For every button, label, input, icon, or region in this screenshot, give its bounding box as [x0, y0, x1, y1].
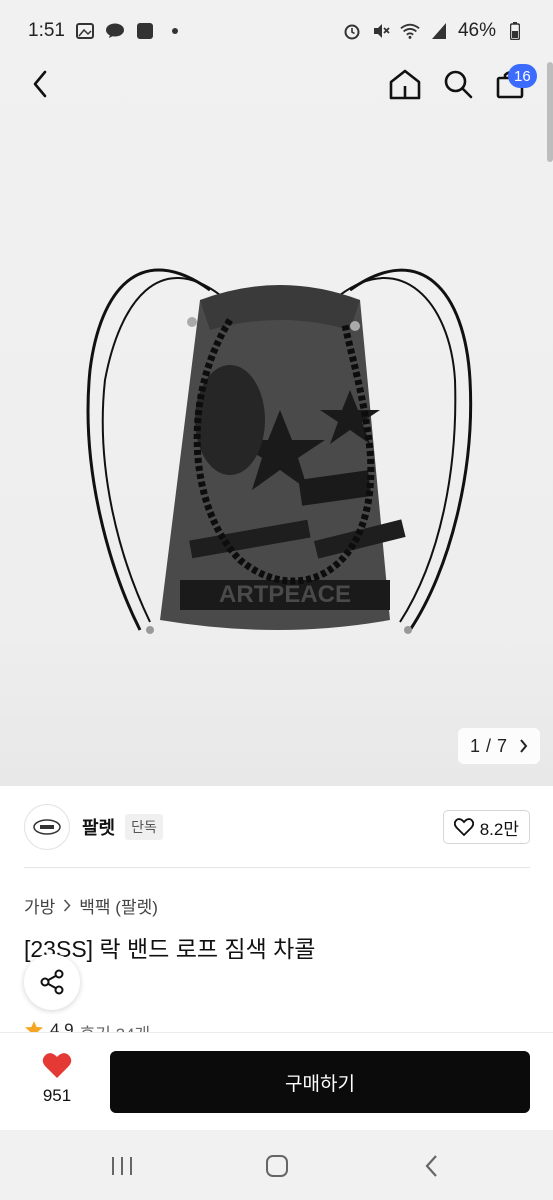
- store-row: 팔렛 단독 8.2만: [24, 804, 530, 850]
- alarm-icon: [342, 21, 362, 41]
- chevron-right-icon: [63, 899, 71, 912]
- back-icon[interactable]: [18, 62, 62, 106]
- product-image[interactable]: ARTPEACE: [80, 250, 480, 670]
- wish-count: 951: [42, 1086, 72, 1105]
- store-like-count: 8.2만: [479, 819, 519, 839]
- wifi-icon: [400, 21, 420, 41]
- top-navigation: [0, 62, 553, 108]
- signal-icon: [429, 21, 449, 41]
- back-button-icon[interactable]: [410, 1144, 454, 1188]
- share-icon: [38, 968, 66, 996]
- share-button[interactable]: [24, 954, 80, 1010]
- pager-total: 7: [497, 735, 508, 756]
- buy-button[interactable]: 구매하기: [110, 1051, 530, 1113]
- battery-icon: [505, 21, 525, 41]
- store-like-button[interactable]: 8.2만: [442, 810, 530, 844]
- wish-button[interactable]: 951: [28, 1052, 86, 1106]
- breadcrumb: 가방 백팩 (팔렛): [24, 893, 158, 918]
- mute-icon: [371, 21, 391, 41]
- image-icon: [75, 21, 95, 41]
- store-logo[interactable]: [24, 804, 70, 850]
- chevron-right-icon: [519, 739, 528, 753]
- svg-text:ARTPEACE: ARTPEACE: [219, 581, 351, 608]
- product-gallery[interactable]: ARTPEACE: [0, 0, 553, 786]
- heart-outline-icon: [453, 818, 474, 836]
- pager-current: 1: [470, 735, 481, 756]
- exclusive-badge: 단독: [125, 814, 163, 840]
- system-navigation-bar: [0, 1130, 553, 1200]
- divider: [24, 867, 530, 868]
- recent-apps-icon[interactable]: [100, 1144, 144, 1188]
- status-time: 1:51: [28, 20, 65, 41]
- breadcrumb-subcategory[interactable]: 백팩 (팔렛): [79, 893, 158, 918]
- cart-count-badge: 16: [508, 64, 537, 88]
- scrollbar[interactable]: [547, 62, 553, 162]
- home-button-icon[interactable]: [255, 1144, 299, 1188]
- pager-separator: /: [486, 735, 492, 756]
- store-name[interactable]: 팔렛: [82, 814, 115, 840]
- status-bar: 1:51 46%: [0, 0, 553, 62]
- dot-icon: [165, 21, 185, 41]
- battery-level: 46%: [457, 20, 496, 41]
- pay-icon: [135, 21, 155, 41]
- image-pager[interactable]: 1 / 7: [458, 728, 541, 764]
- talk-icon: [105, 21, 125, 41]
- heart-icon: [42, 1052, 72, 1079]
- breadcrumb-category[interactable]: 가방: [24, 893, 55, 918]
- home-icon[interactable]: [383, 62, 427, 106]
- search-icon[interactable]: [436, 62, 480, 106]
